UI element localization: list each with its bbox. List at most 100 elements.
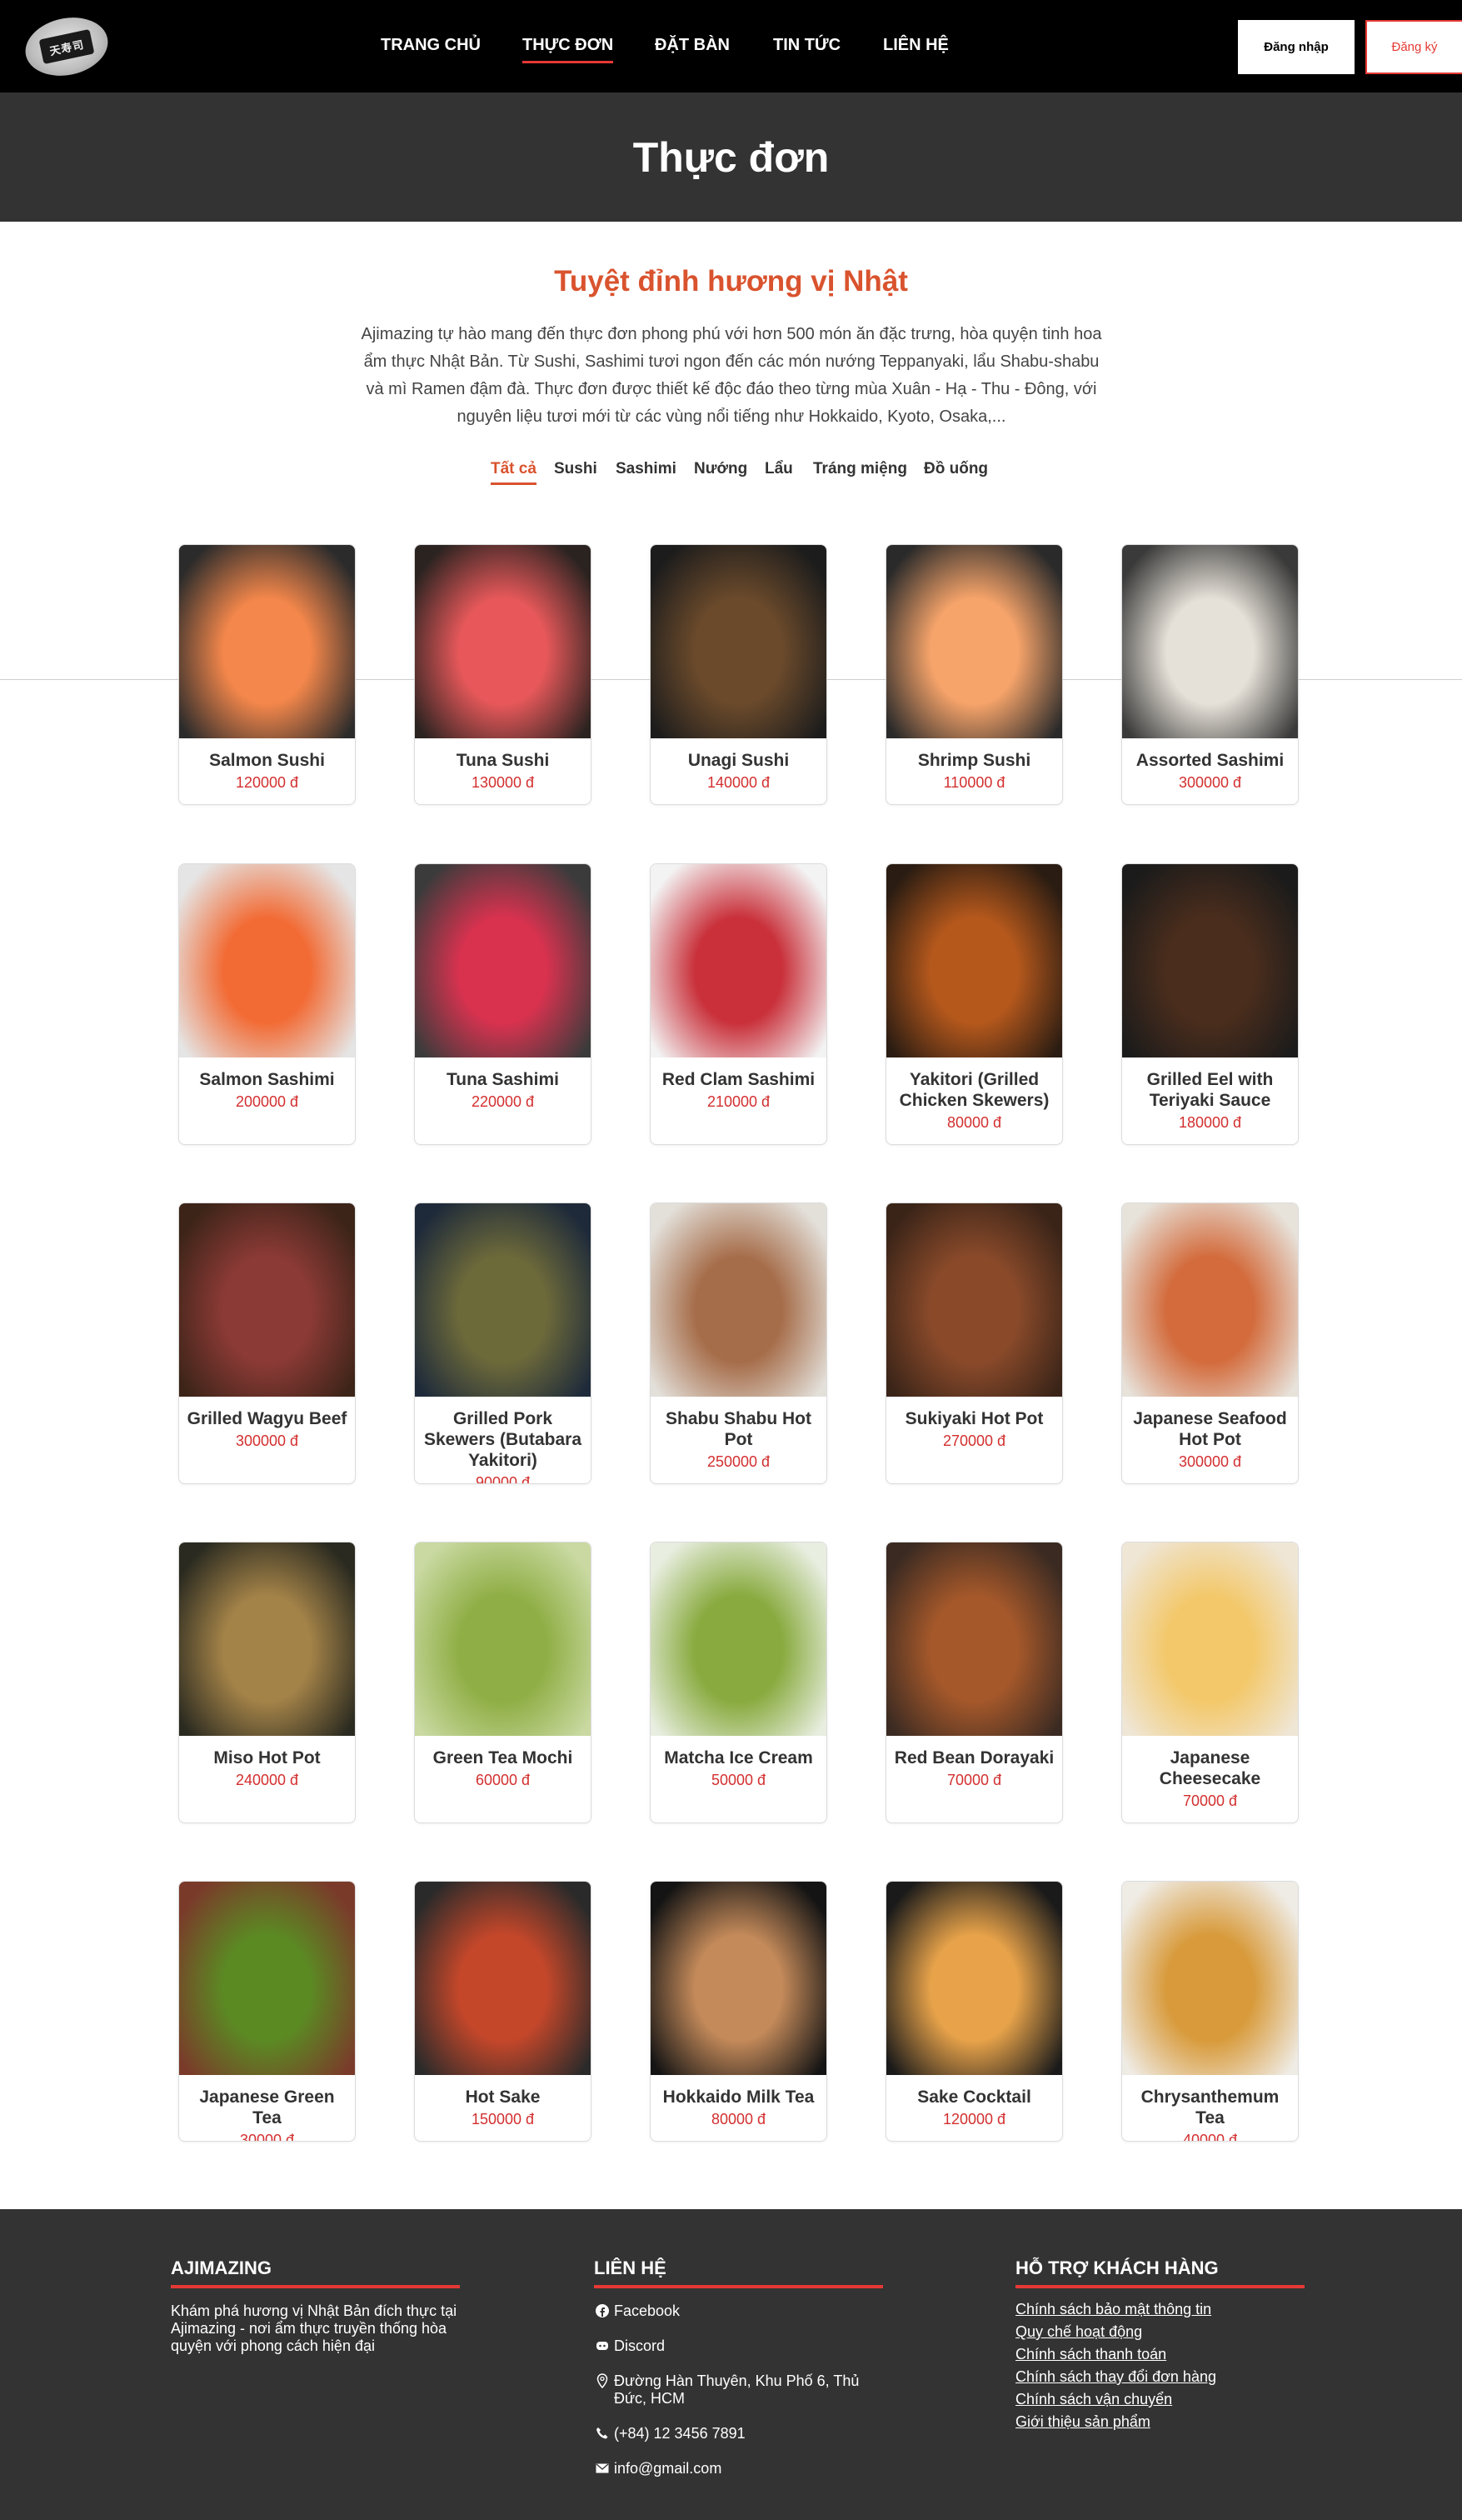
menu-item-photo <box>179 1882 355 2075</box>
menu-item-card[interactable]: Hot Sake 150000 đ <box>414 1881 591 2142</box>
login-button[interactable]: Đăng nhập <box>1238 20 1355 74</box>
menu-item-name: Miso Hot Pot <box>213 1748 321 1768</box>
menu-item-price: 140000 đ <box>706 774 771 791</box>
filter-grilled[interactable]: Nướng <box>694 460 747 478</box>
link-product-intro[interactable]: Giới thiệu sản phẩm <box>1015 2411 1305 2433</box>
filter-all[interactable]: Tất cả <box>491 460 536 485</box>
category-filters: Tất cả Sushi Sashimi Nướng Lẩu Tráng miệ… <box>0 460 1462 485</box>
menu-item-name: Unagi Sushi <box>687 751 790 770</box>
menu-item-card[interactable]: Green Tea Mochi 60000 đ <box>414 1542 591 1823</box>
menu-item-name: Yakitori (Grilled Chicken Skewers) <box>899 1070 1050 1110</box>
menu-item-card[interactable]: Assorted Sashimi 300000 đ <box>1121 544 1299 805</box>
menu-item-card[interactable]: Japanese Cheesecake 70000 đ <box>1121 1542 1299 1823</box>
nav-news[interactable]: TIN TỨC <box>773 36 841 55</box>
filter-dessert[interactable]: Tráng miệng <box>813 460 907 478</box>
menu-item-name: Red Bean Dorayaki <box>894 1748 1055 1768</box>
menu-item-card[interactable]: Chrysanthemum Tea 40000 đ <box>1121 1881 1299 2142</box>
menu-item-price: 30000 đ <box>239 2132 295 2142</box>
menu-item-photo <box>886 1203 1062 1397</box>
menu-item-name: Japanese Green Tea <box>199 2088 335 2128</box>
menu-item-card[interactable]: Hokkaido Milk Tea 80000 đ <box>650 1881 827 2142</box>
filter-sushi[interactable]: Sushi <box>554 460 597 478</box>
link-order-change-policy[interactable]: Chính sách thay đổi đơn hàng <box>1015 2366 1305 2388</box>
menu-item-price: 120000 đ <box>235 774 299 791</box>
link-payment-policy[interactable]: Chính sách thanh toán <box>1015 2343 1305 2366</box>
menu-item-card[interactable]: Unagi Sushi 140000 đ <box>650 544 827 805</box>
register-button[interactable]: Đăng ký <box>1365 20 1462 74</box>
menu-item-price: 220000 đ <box>471 1093 535 1110</box>
menu-item-name: Green Tea Mochi <box>432 1748 573 1768</box>
link-operating-rules[interactable]: Quy chế hoạt động <box>1015 2321 1305 2343</box>
menu-item-card[interactable]: Tuna Sashimi 220000 đ <box>414 863 591 1145</box>
menu-item-photo <box>886 1882 1062 2075</box>
address-text: Đường Hàn Thuyên, Khu Phố 6, Thủ Đức, HC… <box>614 2372 860 2407</box>
menu-item-card[interactable]: Shabu Shabu Hot Pot 250000 đ <box>650 1202 827 1484</box>
menu-item-card[interactable]: Tuna Sushi 130000 đ <box>414 544 591 805</box>
menu-item-card[interactable]: Yakitori (Grilled Chicken Skewers) 80000 … <box>886 863 1063 1145</box>
menu-item-card[interactable]: Salmon Sushi 120000 đ <box>178 544 356 805</box>
menu-item-name: Red Clam Sashimi <box>661 1070 816 1089</box>
menu-item-card[interactable]: Salmon Sashimi 200000 đ <box>178 863 356 1145</box>
menu-item-card[interactable]: Miso Hot Pot 240000 đ <box>178 1542 356 1823</box>
menu-item-price: 240000 đ <box>235 1772 299 1788</box>
phone-row[interactable]: (+84) 12 3456 7891 <box>594 2425 883 2442</box>
location-pin-icon <box>594 2372 611 2389</box>
menu-item-card[interactable]: Matcha Ice Cream 50000 đ <box>650 1542 827 1823</box>
menu-item-name: Chrysanthemum Tea <box>1140 2088 1280 2128</box>
menu-item-name: Japanese Cheesecake <box>1159 1748 1261 1788</box>
filter-sashimi[interactable]: Sashimi <box>616 460 676 478</box>
filter-hotpot[interactable]: Lẩu <box>765 460 793 478</box>
menu-item-card[interactable]: Japanese Seafood Hot Pot 300000 đ <box>1121 1202 1299 1484</box>
menu-item-name: Matcha Ice Cream <box>664 1748 813 1768</box>
site-footer: AJIMAZING Khám phá hương vị Nhật Bản đíc… <box>0 2209 1462 2520</box>
section-title: Tuyệt đỉnh hương vị Nhật <box>554 265 908 298</box>
nav-home[interactable]: TRANG CHỦ <box>381 36 481 55</box>
menu-item-card[interactable]: Grilled Pork Skewers (Butabara Yakitori)… <box>414 1202 591 1484</box>
nav-menu[interactable]: THỰC ĐƠN <box>522 36 614 63</box>
footer-brand: AJIMAZING Khám phá hương vị Nhật Bản đíc… <box>171 2258 460 2355</box>
menu-item-price: 180000 đ <box>1178 1114 1242 1131</box>
discord-link[interactable]: Discord <box>594 2338 883 2355</box>
filter-drinks[interactable]: Đồ uống <box>924 460 988 478</box>
menu-item-card[interactable]: Sake Cocktail 120000 đ <box>886 1881 1063 2142</box>
email-icon <box>594 2460 611 2477</box>
menu-item-name: Assorted Sashimi <box>1135 751 1285 770</box>
menu-item-card[interactable]: Grilled Wagyu Beef 300000 đ <box>178 1202 356 1484</box>
menu-item-price: 110000 đ <box>943 774 1005 791</box>
menu-item-photo <box>1122 1882 1298 2075</box>
menu-item-photo <box>179 1203 355 1397</box>
menu-item-photo <box>886 1542 1062 1736</box>
menu-item-price: 270000 đ <box>942 1432 1006 1449</box>
menu-item-card[interactable]: Red Bean Dorayaki 70000 đ <box>886 1542 1063 1823</box>
menu-item-price: 80000 đ <box>946 1114 1002 1131</box>
menu-item-photo <box>179 545 355 738</box>
menu-item-card[interactable]: Red Clam Sashimi 210000 đ <box>650 863 827 1145</box>
menu-item-photo <box>415 864 591 1058</box>
footer-support: HỖ TRỢ KHÁCH HÀNG Chính sách bảo mật thô… <box>1015 2258 1305 2433</box>
menu-item-price: 210000 đ <box>706 1093 771 1110</box>
menu-item-name: Salmon Sushi <box>209 751 325 770</box>
link-privacy-policy[interactable]: Chính sách bảo mật thông tin <box>1015 2298 1305 2321</box>
page-title: Thực đơn <box>632 133 830 181</box>
phone-icon <box>594 2425 611 2442</box>
menu-item-card[interactable]: Shrimp Sushi 110000 đ <box>886 544 1063 805</box>
menu-item-price: 70000 đ <box>1182 1792 1238 1809</box>
menu-item-photo <box>886 864 1062 1058</box>
menu-item-photo <box>1122 864 1298 1058</box>
address-row: Đường Hàn Thuyên, Khu Phố 6, Thủ Đức, HC… <box>594 2372 883 2408</box>
menu-item-photo <box>1122 545 1298 738</box>
facebook-link[interactable]: Facebook <box>594 2302 883 2320</box>
menu-item-card[interactable]: Grilled Eel with Teriyaki Sauce 180000 đ <box>1121 863 1299 1145</box>
menu-item-card[interactable]: Sukiyaki Hot Pot 270000 đ <box>886 1202 1063 1484</box>
menu-item-price: 300000 đ <box>235 1432 299 1449</box>
link-shipping-policy[interactable]: Chính sách vận chuyển <box>1015 2388 1305 2411</box>
menu-item-photo <box>651 1542 826 1736</box>
email-row[interactable]: info@gmail.com <box>594 2460 883 2478</box>
nav-booking[interactable]: ĐẶT BÀN <box>655 36 730 55</box>
menu-item-name: Salmon Sashimi <box>199 1070 335 1089</box>
nav-contact[interactable]: LIÊN HỆ <box>883 36 949 55</box>
menu-item-name: Sake Cocktail <box>917 2088 1031 2107</box>
menu-item-photo <box>415 1882 591 2075</box>
facebook-label: Facebook <box>614 2302 681 2319</box>
menu-item-card[interactable]: Japanese Green Tea 30000 đ <box>178 1881 356 2142</box>
